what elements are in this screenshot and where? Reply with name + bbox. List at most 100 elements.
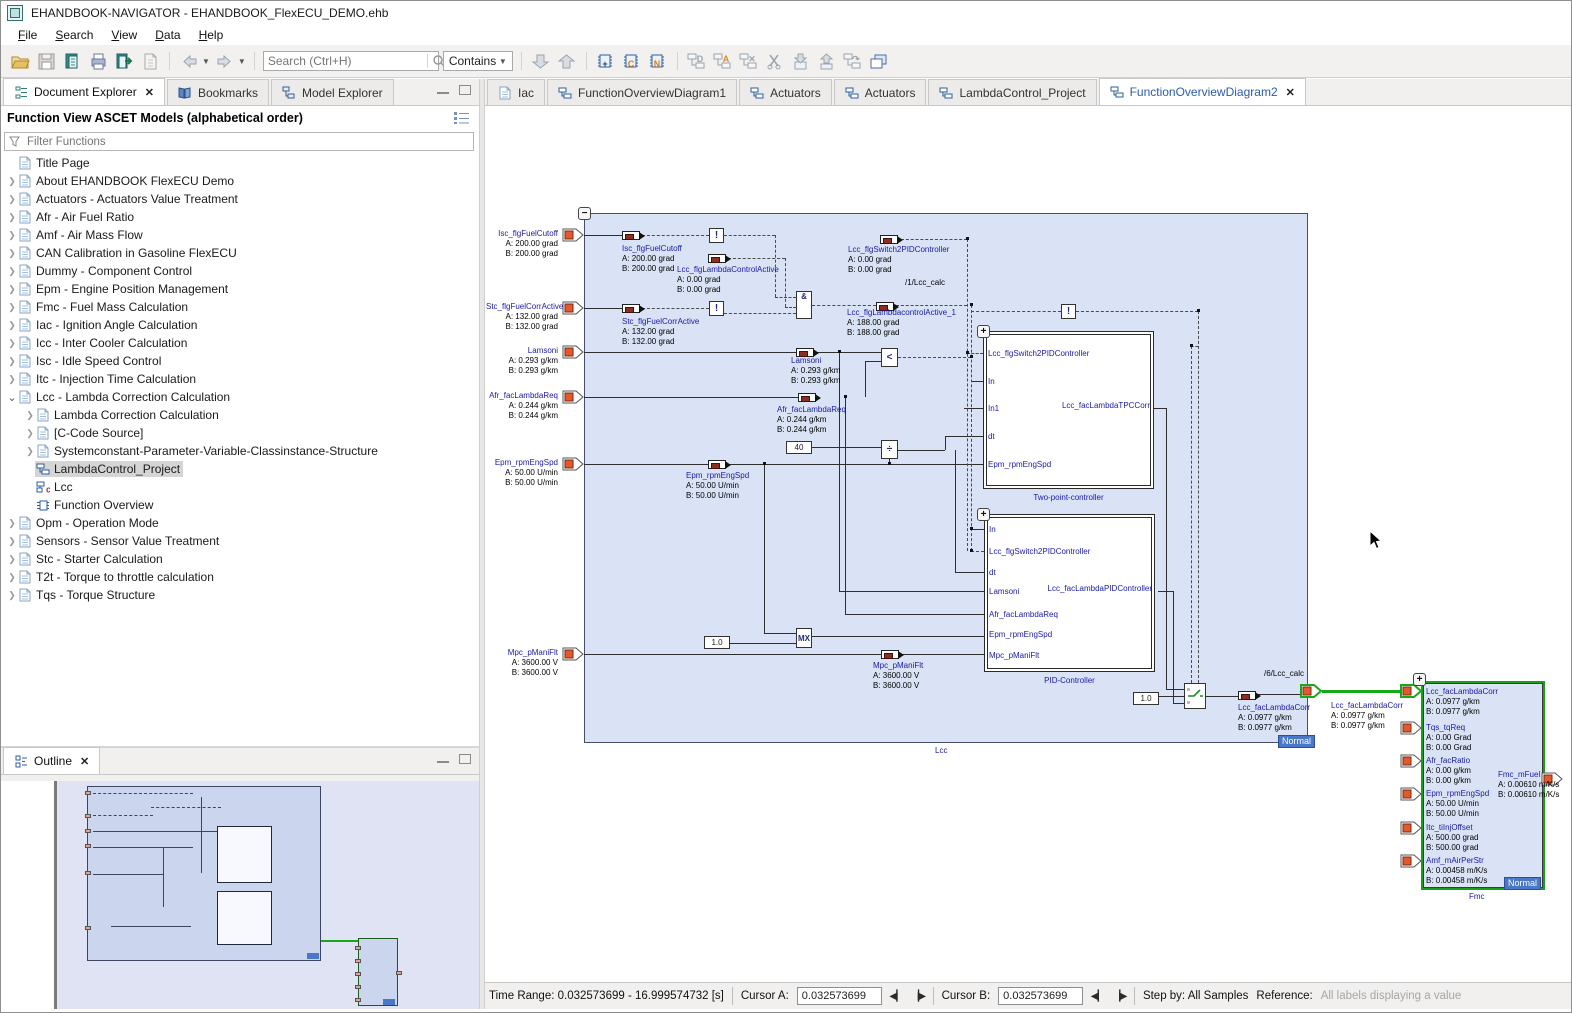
and-operator[interactable]: & (796, 291, 812, 319)
diagram-d-button[interactable]: D (686, 50, 708, 72)
chevron-collapsed-icon[interactable]: ❯ (25, 446, 35, 457)
editor-tab-functionoverviewdiagram1[interactable]: FunctionOverviewDiagram1 (547, 79, 737, 105)
search-mode-dropdown[interactable]: Contains▼ (443, 51, 513, 71)
n-block-button[interactable]: N (647, 50, 669, 72)
fmc-input-port-Itc_tiInjOffset[interactable] (1400, 821, 1422, 835)
export-book-button[interactable] (113, 50, 135, 72)
tree-item-iac-ignition-angle-calculation[interactable]: ❯Iac - Ignition Angle Calculation (1, 316, 479, 334)
forward-button[interactable] (214, 50, 236, 72)
maximize-panel-icon[interactable] (459, 754, 471, 764)
tree-item-lambdacontrol-project[interactable]: LambdaControl_Project (1, 460, 479, 478)
tree-item-fmc-fuel-mass-calculation[interactable]: ❯Fmc - Fuel Mass Calculation (1, 298, 479, 316)
editor-tab-actuators[interactable]: Actuators (739, 79, 832, 105)
chevron-collapsed-icon[interactable]: ❯ (7, 338, 17, 349)
input-port-Afr_facLambdaReq[interactable] (562, 390, 584, 404)
expand-block-button[interactable]: + (977, 508, 990, 521)
duplicate-window-button[interactable] (868, 50, 890, 72)
menu-data[interactable]: Data (146, 26, 189, 44)
chevron-collapsed-icon[interactable]: ❯ (7, 194, 17, 205)
tree-item-opm-operation-mode[interactable]: ❯Opm - Operation Mode (1, 514, 479, 532)
not-operator[interactable]: ! (1061, 304, 1076, 319)
tree-item-tqs-torque-structure[interactable]: ❯Tqs - Torque Structure (1, 586, 479, 604)
maximize-panel-icon[interactable] (459, 85, 471, 95)
cut-button[interactable] (764, 50, 786, 72)
dropdown-caret-icon[interactable]: ▼ (238, 57, 246, 66)
chevron-collapsed-icon[interactable]: ❯ (7, 356, 17, 367)
chevron-collapsed-icon[interactable]: ❯ (7, 590, 17, 601)
tree-item-dummy-component-control[interactable]: ❯Dummy - Component Control (1, 262, 479, 280)
constant-block[interactable]: 1.0 (1133, 692, 1159, 705)
open-button[interactable] (9, 50, 31, 72)
fmc-input-port-Tqs_tqReq[interactable] (1400, 721, 1422, 735)
tree-item-stc-starter-calculation[interactable]: ❯Stc - Starter Calculation (1, 550, 479, 568)
divide-operator[interactable]: ÷ (881, 440, 898, 459)
chevron-collapsed-icon[interactable]: ❯ (25, 410, 35, 421)
tree-item-afr-air-fuel-ratio[interactable]: ❯Afr - Air Fuel Ratio (1, 208, 479, 226)
editor-tab-actuators[interactable]: Actuators (834, 79, 927, 105)
tree-item-icc-inter-cooler-calculation[interactable]: ❯Icc - Inter Cooler Calculation (1, 334, 479, 352)
chevron-collapsed-icon[interactable]: ❯ (7, 554, 17, 565)
up-button[interactable] (556, 50, 578, 72)
tree-item-lcc-lambda-correction-calculation[interactable]: ⌄Lcc - Lambda Correction Calculation (1, 388, 479, 406)
chevron-expanded-icon[interactable]: ⌄ (7, 391, 17, 404)
c-block-button[interactable]: C (621, 50, 643, 72)
tree-item-actuators-actuators-value-treatment[interactable]: ❯Actuators - Actuators Value Treatment (1, 190, 479, 208)
tree-item-sensors-sensor-value-treatment[interactable]: ❯Sensors - Sensor Value Treatment (1, 532, 479, 550)
tree-item-epm-engine-position-management[interactable]: ❯Epm - Engine Position Management (1, 280, 479, 298)
chevron-collapsed-icon[interactable]: ❯ (7, 284, 17, 295)
tab-outline[interactable]: Outline ✕ (3, 747, 100, 774)
chevron-collapsed-icon[interactable]: ❯ (7, 572, 17, 583)
chevron-collapsed-icon[interactable]: ❯ (7, 212, 17, 223)
diagram-a-button[interactable]: A (712, 50, 734, 72)
chevron-collapsed-icon[interactable]: ❯ (7, 176, 17, 187)
input-port-Isc_flgFuelCutoff[interactable] (562, 228, 584, 242)
minimize-panel-icon[interactable] (437, 761, 449, 764)
cursor-b-step-forward-button[interactable]: ▕▶ (1113, 991, 1126, 1002)
tree-item-about-ehandbook-flexecu-demo[interactable]: ❯About EHANDBOOK FlexECU Demo (1, 172, 479, 190)
menu-help[interactable]: Help (190, 26, 233, 44)
tree-item-can-calibration-in-gasoline-flexecu[interactable]: ❯CAN Calibration in Gasoline FlexECU (1, 244, 479, 262)
dropdown-caret-icon[interactable]: ▼ (202, 57, 210, 66)
add-block-button[interactable]: + (595, 50, 617, 72)
chevron-collapsed-icon[interactable]: ❯ (7, 248, 17, 259)
search-input[interactable] (264, 54, 427, 68)
expand-block-button[interactable]: + (977, 325, 990, 338)
expand-block-button[interactable]: + (1413, 673, 1426, 686)
tree-item-function-overview[interactable]: Function Overview (1, 496, 479, 514)
cursor-a-step-back-button[interactable]: ◀▏ (890, 991, 903, 1002)
fmc-input-port-Epm_rpmEngSpd[interactable] (1400, 787, 1422, 801)
input-port-Mpc_pManiFlt[interactable] (562, 647, 584, 661)
chevron-collapsed-icon[interactable]: ❯ (7, 302, 17, 313)
less-than-operator[interactable]: < (881, 348, 898, 367)
not-operator[interactable]: ! (709, 301, 724, 316)
chevron-collapsed-icon[interactable]: ❯ (7, 374, 17, 385)
library-button[interactable] (61, 50, 83, 72)
chevron-collapsed-icon[interactable]: ❯ (7, 518, 17, 529)
editor-tab-iac[interactable]: Iac (487, 79, 545, 105)
print-button[interactable] (87, 50, 109, 72)
tree-item-title-page[interactable]: Title Page (1, 154, 479, 172)
chevron-collapsed-icon[interactable]: ❯ (7, 266, 17, 277)
tree-item-lcc[interactable]: cLcc (1, 478, 479, 496)
switch-block[interactable] (1184, 683, 1206, 709)
tab-model-explorer[interactable]: Model Explorer (271, 79, 394, 105)
chevron-collapsed-icon[interactable]: ❯ (7, 230, 17, 241)
not-operator[interactable]: ! (709, 228, 724, 243)
pdf-button[interactable] (139, 50, 161, 72)
editor-tab-functionoverviewdiagram2[interactable]: FunctionOverviewDiagram2✕ (1099, 78, 1306, 105)
diagram-canvas[interactable]: !!!<÷MX401.01.0&Isc_flgFuelCutoffA: 200.… (485, 106, 1572, 982)
tree-item--c-code-source-[interactable]: ❯[C-Code Source] (1, 424, 479, 442)
output-port-Lcc_facLambdaCorr[interactable] (1300, 684, 1322, 698)
collapse-block-button[interactable]: − (578, 207, 591, 220)
minimize-panel-icon[interactable] (437, 92, 449, 95)
cursor-b-step-back-button[interactable]: ◀▏ (1091, 991, 1104, 1002)
close-icon[interactable]: ✕ (1286, 86, 1295, 99)
tree-item-isc-idle-speed-control[interactable]: ❯Isc - Idle Speed Control (1, 352, 479, 370)
input-port-Lamsoni[interactable] (562, 345, 584, 359)
back-button[interactable] (178, 50, 200, 72)
menu-search[interactable]: Search (46, 26, 102, 44)
chevron-collapsed-icon[interactable]: ❯ (25, 428, 35, 439)
fmc-input-port-Afr_facRatio[interactable] (1400, 754, 1422, 768)
tab-document-explorer[interactable]: Document Explorer ✕ (3, 78, 165, 105)
input-port-Epm_rpmEngSpd[interactable] (562, 457, 584, 471)
